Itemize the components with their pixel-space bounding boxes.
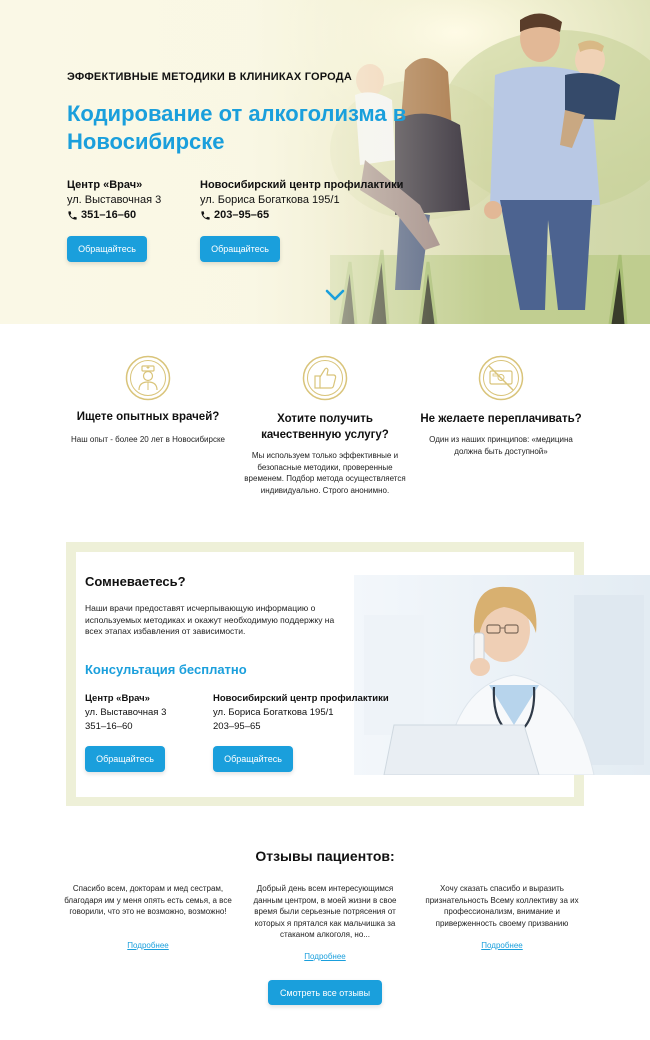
review-text: Добрый день всем интересующимся данным ц… [253, 884, 397, 939]
doctor-icon [125, 355, 171, 401]
review-more-link[interactable]: Подробнее [452, 941, 552, 950]
phone-icon [201, 211, 210, 220]
clinic-phone[interactable]: 203–95–65 [200, 208, 403, 223]
reviews-heading: Отзывы пациентов: [255, 848, 395, 864]
doubts-clinic-profilaktika: Новосибирский центр профилактики ул. Бор… [213, 692, 389, 734]
contact-button-vrach[interactable]: Обращайтесь [85, 746, 165, 772]
hero-clinic-profilaktika: Новосибирский центр профилактики ул. Бор… [200, 178, 403, 223]
review-more-link[interactable]: Подробнее [98, 941, 198, 950]
clinic-address: ул. Бориса Богаткова 195/1 [200, 194, 340, 206]
chevron-down-icon[interactable] [325, 289, 345, 301]
consult-title: Консультация бесплатно [85, 662, 247, 677]
clinic-phone-number: 203–95–65 [214, 209, 270, 221]
no-money-icon [478, 355, 524, 401]
doctor-photo [354, 575, 650, 775]
clinic-address: ул. Выставочная 3 [67, 194, 162, 206]
clinic-phone-number: 351–16–60 [81, 209, 137, 221]
contact-button-profilaktika[interactable]: Обращайтесь [200, 236, 280, 262]
phone-icon [68, 211, 77, 220]
contact-button-vrach[interactable]: Обращайтесь [67, 236, 147, 262]
feature-text: Один из наших принципов: «медицина должн… [429, 435, 573, 456]
page-title: Кодирование от алкоголизма в Новосибирск… [67, 101, 407, 154]
clinic-address: ул. Выставочная 3 [85, 707, 167, 718]
doubts-clinic-vrach: Центр «Врач» ул. Выставочная 3 351–16–60 [85, 692, 166, 734]
hero-section: ЭФФЕКТИВНЫЕ МЕТОДИКИ В КЛИНИКАХ ГОРОДА К… [0, 0, 650, 324]
feature-title: Хотите получить качественную услугу? [261, 413, 389, 441]
all-reviews-button[interactable]: Смотреть все отзывы [268, 980, 382, 1005]
hero-eyebrow: ЭФФЕКТИВНЫЕ МЕТОДИКИ В КЛИНИКАХ ГОРОДА [67, 71, 352, 83]
thumbs-up-icon [302, 355, 348, 401]
clinic-name: Новосибирский центр профилактики [213, 693, 389, 704]
clinic-address: ул. Бориса Богаткова 195/1 [213, 707, 334, 718]
clinic-phone-number[interactable]: 351–16–60 [85, 720, 166, 734]
feature-title: Ищете опытных врачей? [76, 411, 220, 423]
review-text: Хочу сказать спасибо и выразить признате… [425, 884, 579, 928]
hero-overlay [0, 0, 650, 324]
feature-title: Не желаете переплачивать? [420, 413, 582, 425]
contact-button-profilaktika[interactable]: Обращайтесь [213, 746, 293, 772]
clinic-name: Центр «Врач» [67, 179, 143, 191]
review-more-link[interactable]: Подробнее [275, 952, 375, 961]
clinic-phone[interactable]: 351–16–60 [67, 208, 161, 223]
feature-text: Наш опыт - более 20 лет в Новосибирске [71, 435, 225, 444]
doubts-title: Сомневаетесь? [85, 574, 186, 589]
feature-text: Мы используем только эффективные и безоп… [244, 451, 406, 495]
clinic-phone-number[interactable]: 203–95–65 [213, 720, 389, 734]
clinic-name: Новосибирский центр профилактики [200, 179, 404, 191]
hero-clinic-vrach: Центр «Врач» ул. Выставочная 3 351–16–60 [67, 178, 161, 223]
review-text: Спасибо всем, докторам и мед сестрам, бл… [64, 884, 232, 916]
doubts-text: Наши врачи предоставят исчерпывающую инф… [85, 603, 335, 636]
clinic-name: Центр «Врач» [85, 693, 150, 704]
